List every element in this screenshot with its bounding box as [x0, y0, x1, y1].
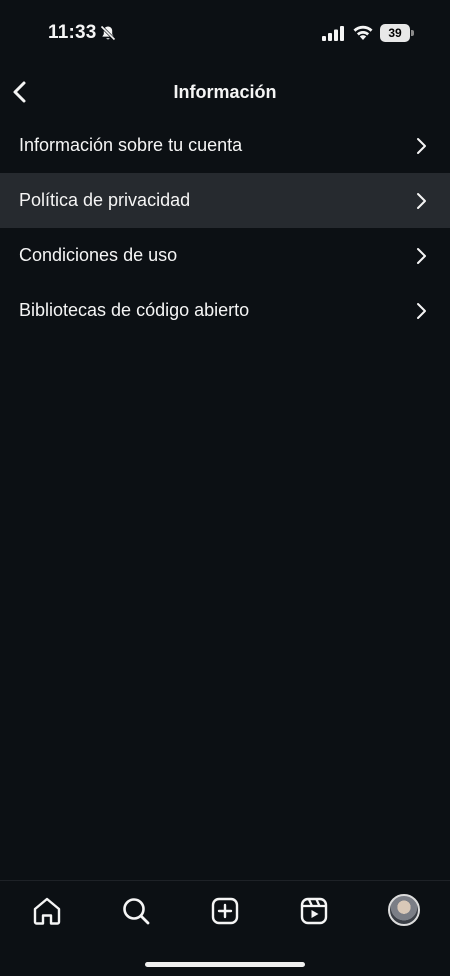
reels-icon[interactable]	[298, 895, 330, 927]
wifi-icon	[353, 25, 373, 40]
menu-item-label: Condiciones de uso	[19, 245, 178, 265]
home-indicator	[145, 962, 305, 967]
chevron-right-icon	[417, 138, 426, 154]
battery-icon: 39	[380, 24, 414, 42]
status-bar: 11:33 39	[0, 0, 450, 64]
search-icon[interactable]	[120, 895, 152, 927]
home-icon[interactable]	[31, 895, 63, 927]
menu-item-privacy-policy[interactable]: Política de privacidad	[0, 173, 450, 228]
page-title: Información	[173, 82, 277, 102]
create-post-icon[interactable]	[209, 895, 241, 927]
menu-item-terms-of-use[interactable]: Condiciones de uso	[0, 228, 450, 283]
menu-list: Información sobre tu cuenta Política de …	[0, 118, 450, 338]
menu-item-label: Bibliotecas de código abierto	[19, 300, 250, 320]
menu-item-open-source-libraries[interactable]: Bibliotecas de código abierto	[0, 283, 450, 338]
battery-tip	[411, 30, 414, 36]
menu-item-label: Información sobre tu cuenta	[19, 135, 243, 155]
status-time: 11:33	[48, 22, 97, 43]
chevron-right-icon	[417, 193, 426, 209]
profile-avatar[interactable]	[388, 894, 420, 926]
menu-item-label: Política de privacidad	[19, 190, 191, 210]
bell-slash-icon	[100, 25, 116, 41]
chevron-right-icon	[417, 248, 426, 264]
battery-level: 39	[380, 24, 410, 42]
nav-header: Información	[0, 64, 450, 120]
menu-item-account-info[interactable]: Información sobre tu cuenta	[0, 118, 450, 173]
chevron-right-icon	[417, 303, 426, 319]
signal-icon	[322, 26, 344, 41]
